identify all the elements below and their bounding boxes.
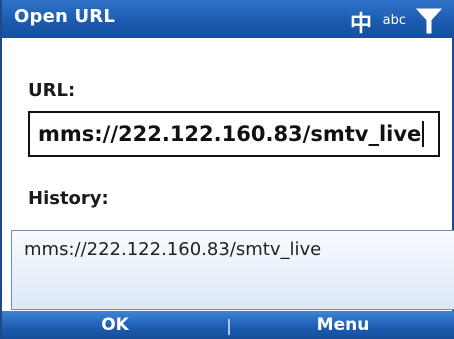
url-input-value: mms://222.122.160.83/smtv_live [38, 122, 422, 146]
signal-icon[interactable] [414, 7, 444, 35]
window-title: Open URL [14, 6, 116, 27]
history-label: History: [28, 188, 109, 209]
abc-icon[interactable]: abc [383, 13, 406, 28]
window-frame: Open URL 中 abc URL: mms://222.122.160.83… [0, 0, 454, 339]
menu-softkey[interactable]: Menu [230, 311, 454, 339]
text-caret [422, 121, 425, 147]
ok-softkey[interactable]: OK [2, 311, 228, 339]
history-list[interactable]: mms://222.122.160.83/smtv_live [11, 230, 454, 310]
input-mode-icon[interactable]: 中 [350, 6, 372, 38]
softkey-bar: OK Menu [2, 311, 454, 339]
history-item[interactable]: mms://222.122.160.83/smtv_live [24, 239, 321, 260]
title-bar: Open URL 中 abc [2, 0, 454, 38]
url-input[interactable]: mms://222.122.160.83/smtv_live [28, 111, 440, 157]
url-label: URL: [28, 80, 76, 101]
